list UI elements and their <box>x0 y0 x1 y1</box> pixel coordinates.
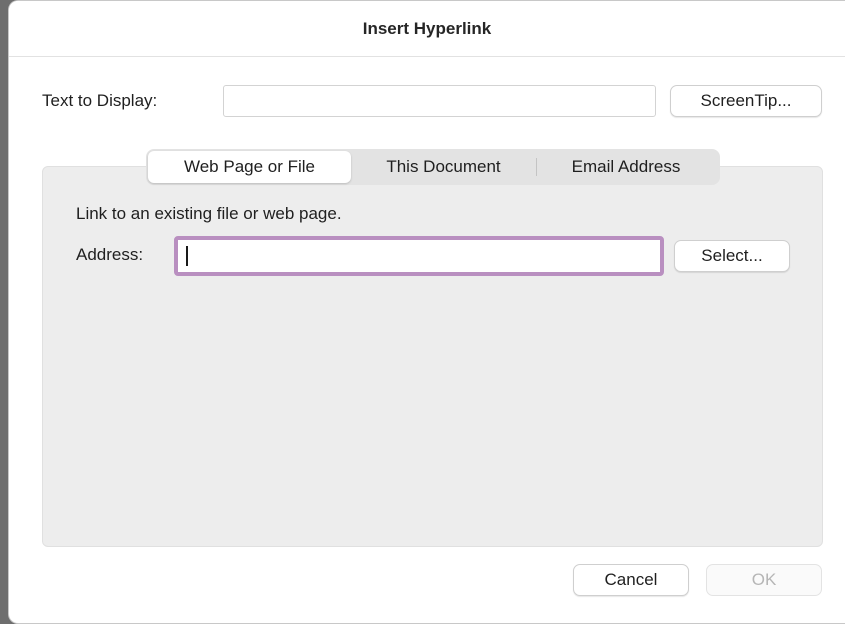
text-to-display-label: Text to Display: <box>42 91 158 110</box>
tab-email-address[interactable]: Email Address <box>537 151 715 183</box>
tab-this-document[interactable]: This Document <box>351 151 536 183</box>
dialog-titlebar[interactable]: Insert Hyperlink <box>9 1 845 57</box>
panel-description: Link to an existing file or web page. <box>76 204 342 223</box>
dialog-title: Insert Hyperlink <box>362 18 492 38</box>
address-label: Address: <box>76 245 144 264</box>
text-caret <box>186 246 188 266</box>
address-input[interactable] <box>174 236 664 276</box>
tab-web-page-or-file[interactable]: Web Page or File <box>148 151 351 183</box>
text-to-display-input[interactable] <box>223 85 656 117</box>
cancel-button[interactable]: Cancel <box>573 564 689 596</box>
insert-hyperlink-dialog: Insert Hyperlink Text to Display: Screen… <box>8 0 845 624</box>
link-type-tabs: Web Page or File This Document Email Add… <box>146 149 720 185</box>
select-button[interactable]: Select... <box>674 240 790 272</box>
text-to-display-row: Text to Display: ScreenTip... <box>9 83 845 119</box>
screentip-button[interactable]: ScreenTip... <box>670 85 822 117</box>
ok-button[interactable]: OK <box>706 564 822 596</box>
